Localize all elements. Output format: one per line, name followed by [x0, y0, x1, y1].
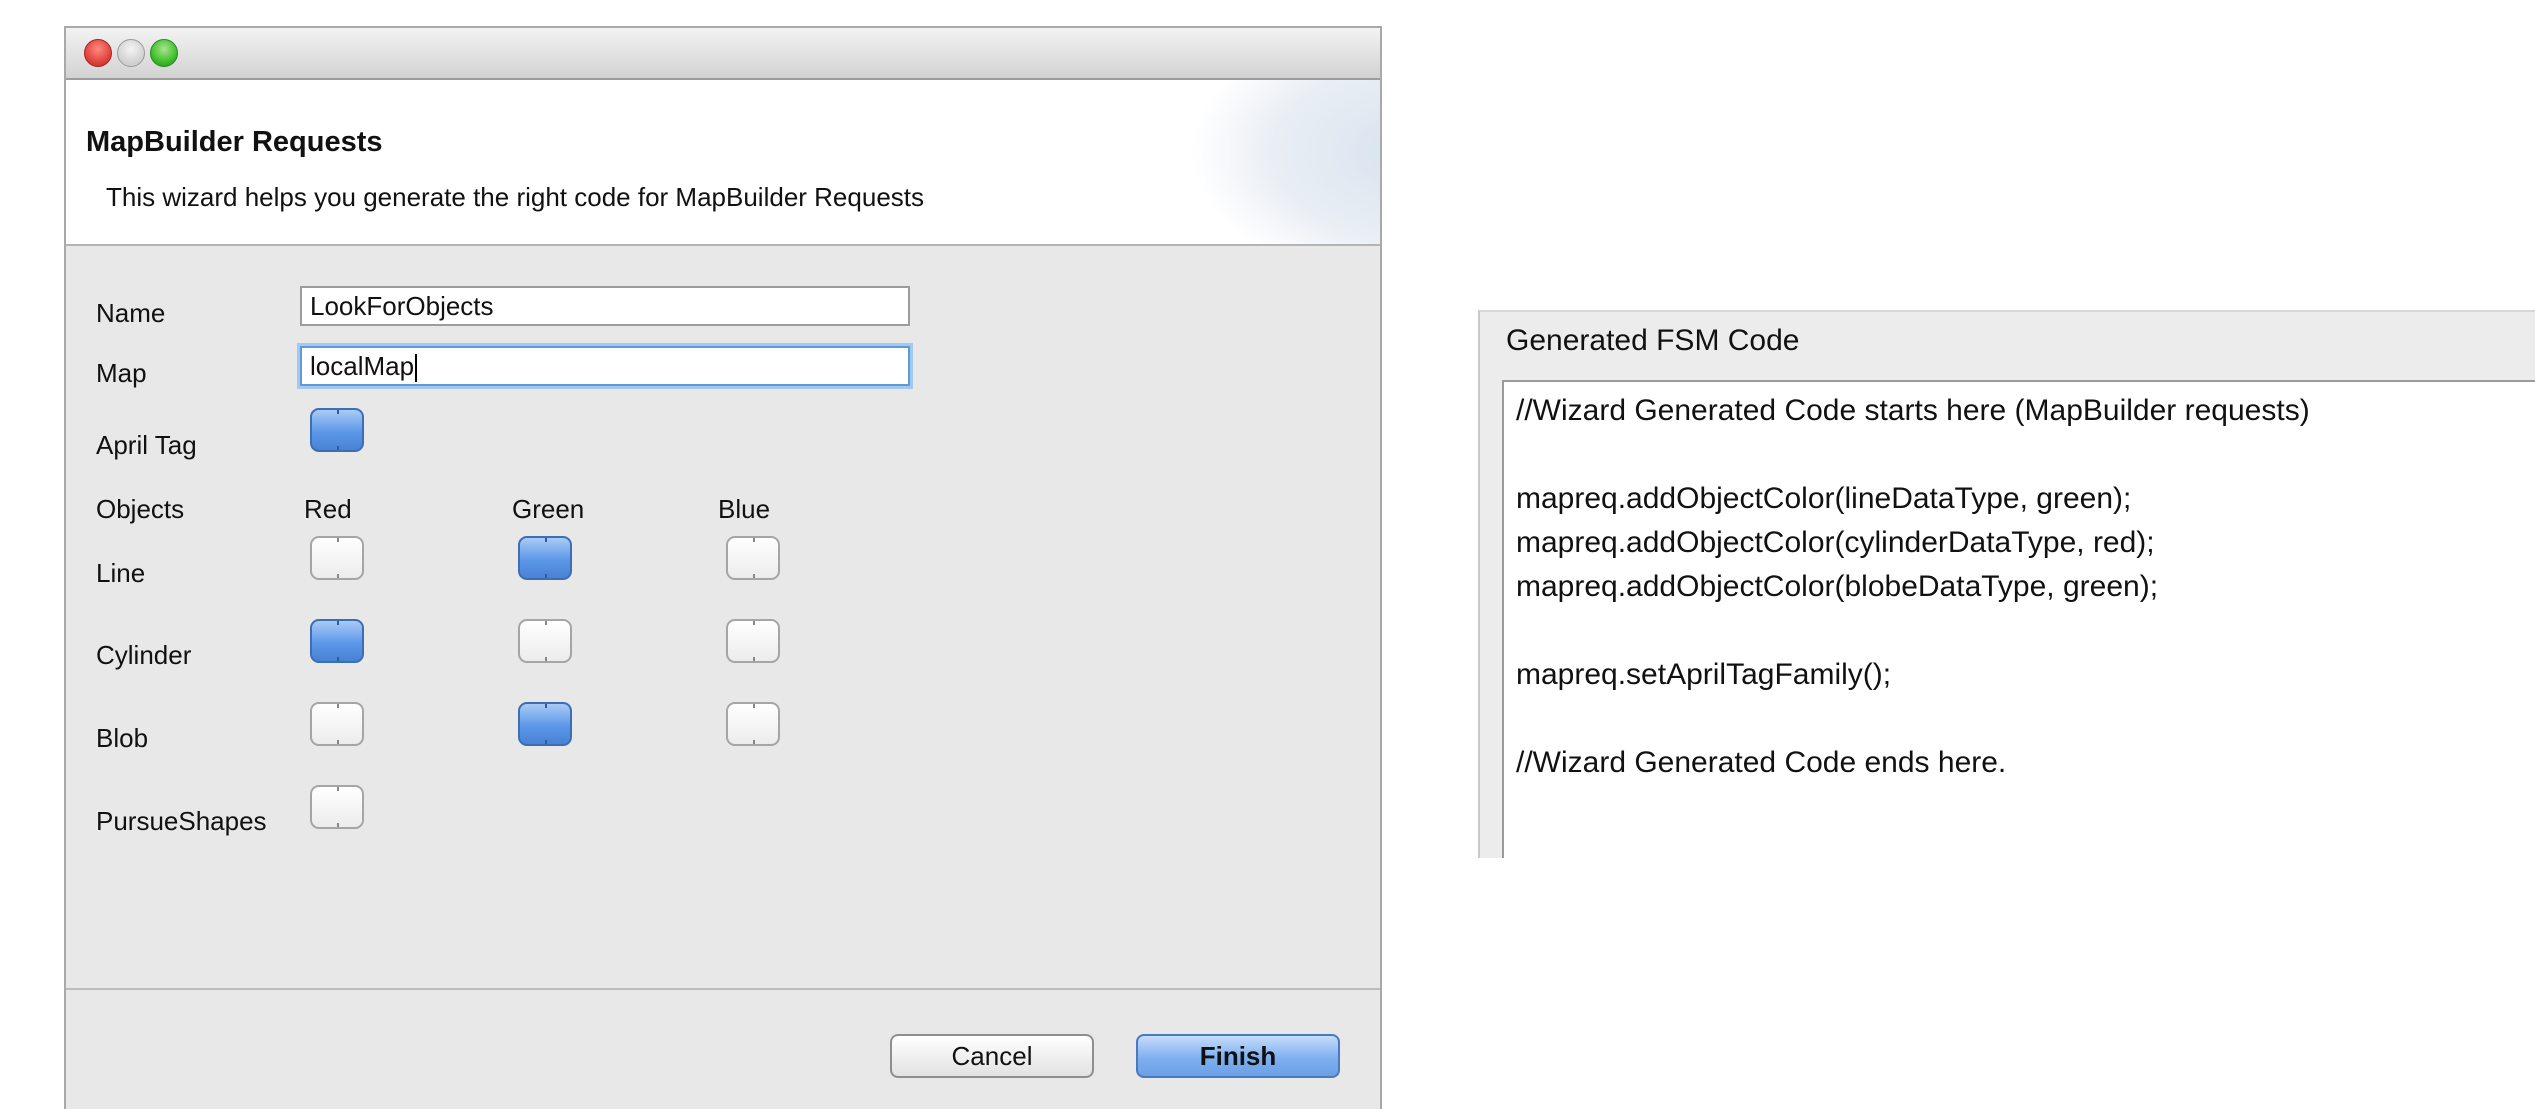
pursue-shapes-checkbox[interactable] — [310, 785, 364, 829]
code-line: //Wizard Generated Code starts here (Map… — [1516, 394, 2310, 427]
pursue-shapes-label: PursueShapes — [96, 806, 267, 836]
blob-red-checkbox[interactable] — [310, 702, 364, 746]
header-decoration — [1190, 80, 1380, 244]
blob-green-checkbox[interactable] — [518, 702, 572, 746]
code-line: mapreq.setAprilTagFamily(); — [1516, 658, 1892, 691]
column-header-green: Green — [512, 494, 585, 524]
code-panel-title: Generated FSM Code — [1506, 324, 1800, 357]
wizard-dialog: MapBuilder Requests This wizard helps yo… — [64, 26, 1382, 1109]
blob-blue-checkbox[interactable] — [726, 702, 780, 746]
footer-divider — [66, 988, 1380, 990]
map-input[interactable]: localMap — [300, 346, 910, 386]
minimize-window-button[interactable] — [117, 39, 145, 67]
window-titlebar — [66, 28, 1380, 80]
blob-row-label: Blob — [96, 723, 149, 753]
code-line: //Wizard Generated Code ends here. — [1516, 746, 2007, 779]
cylinder-blue-checkbox[interactable] — [726, 619, 780, 663]
cancel-button[interactable]: Cancel — [890, 1034, 1094, 1078]
line-red-checkbox[interactable] — [310, 536, 364, 580]
map-label: Map — [96, 358, 147, 388]
cylinder-red-checkbox[interactable] — [310, 619, 364, 663]
name-input[interactable]: LookForObjects — [300, 286, 910, 326]
close-window-button[interactable] — [84, 39, 112, 67]
objects-label: Objects — [96, 494, 185, 524]
line-row-label: Line — [96, 558, 146, 588]
generated-code-panel: Generated FSM Code //Wizard Generated Co… — [1478, 310, 2535, 858]
wizard-description: This wizard helps you generate the right… — [106, 182, 924, 212]
text-caret — [415, 354, 418, 383]
map-input-value: localMap — [310, 351, 415, 381]
line-blue-checkbox[interactable] — [726, 536, 780, 580]
code-line: mapreq.addObjectColor(blobeDataType, gre… — [1516, 570, 2159, 603]
code-line: mapreq.addObjectColor(cylinderDataType, … — [1516, 526, 2155, 559]
column-header-blue: Blue — [718, 494, 771, 524]
zoom-window-button[interactable] — [150, 39, 178, 67]
april-tag-label: April Tag — [96, 430, 197, 460]
wizard-title: MapBuilder Requests — [86, 126, 383, 158]
name-label: Name — [96, 298, 166, 328]
april-tag-checkbox[interactable] — [310, 408, 364, 452]
wizard-header: MapBuilder Requests This wizard helps yo… — [66, 80, 1380, 246]
finish-button[interactable]: Finish — [1136, 1034, 1340, 1078]
cylinder-row-label: Cylinder — [96, 640, 192, 670]
cylinder-green-checkbox[interactable] — [518, 619, 572, 663]
code-line: mapreq.addObjectColor(lineDataType, gree… — [1516, 482, 2132, 515]
code-text-area[interactable]: //Wizard Generated Code starts here (Map… — [1502, 380, 2535, 858]
column-header-red: Red — [304, 494, 352, 524]
line-green-checkbox[interactable] — [518, 536, 572, 580]
